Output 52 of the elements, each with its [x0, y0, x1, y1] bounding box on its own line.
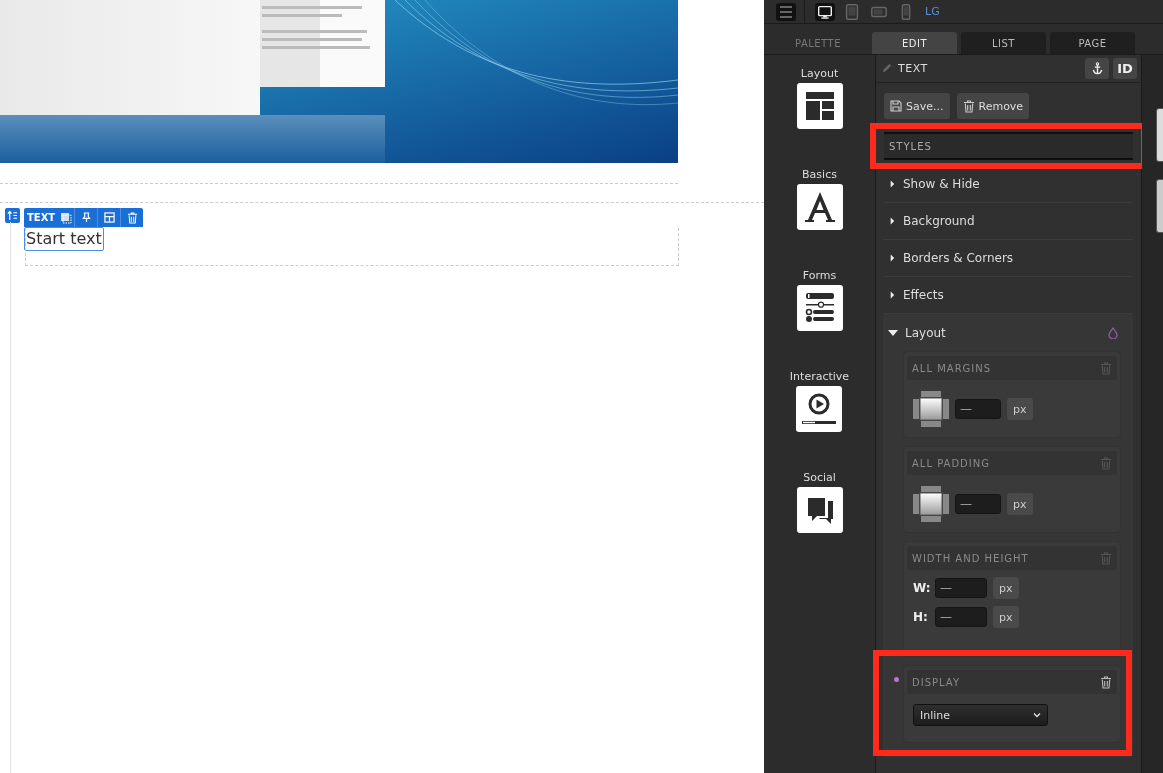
remove-button[interactable]: Remove [956, 93, 1030, 119]
letter-icon[interactable] [796, 184, 843, 230]
pencil-icon [881, 63, 892, 74]
category-label: Forms [802, 269, 837, 282]
monitor-icon[interactable] [815, 2, 835, 21]
menu-icon[interactable] [776, 2, 796, 21]
trash-icon [962, 99, 975, 113]
accordion-item[interactable]: Layout [883, 314, 1133, 351]
accordion-item[interactable]: Borders & Corners [883, 240, 1133, 277]
accordion-item[interactable]: Background [883, 203, 1133, 240]
section-title: STYLES [889, 140, 932, 152]
field-label: H: [913, 610, 929, 624]
unit-button[interactable]: px [993, 577, 1019, 599]
unit-button[interactable]: px [1007, 493, 1033, 515]
card-title: DISPLAY [912, 676, 960, 688]
unit-button[interactable]: px [993, 606, 1019, 628]
id-button[interactable]: ID [1113, 58, 1137, 79]
card-title: ALL MARGINS [912, 362, 992, 374]
input-field[interactable]: — [955, 494, 1001, 514]
box-model-icon [913, 391, 949, 427]
anchor-icon [1091, 62, 1103, 75]
field-label: W: [913, 581, 929, 595]
chevron-down-icon [1033, 712, 1041, 718]
anchor-button[interactable] [1085, 58, 1109, 79]
trash-icon[interactable] [1100, 675, 1112, 689]
element-type-title: TEXT [898, 62, 929, 75]
layout-icon[interactable] [796, 83, 843, 129]
text-element[interactable]: Start text [24, 227, 104, 251]
unit-button[interactable]: px [1007, 398, 1033, 420]
box-model-icon [913, 486, 949, 522]
input-field[interactable]: — [935, 607, 987, 627]
category-label: Social [803, 471, 836, 484]
chat-icon[interactable] [796, 487, 843, 533]
card-title: ALL PADDING [912, 457, 990, 469]
form-icon[interactable] [796, 285, 843, 331]
tab[interactable]: PAGE [1050, 32, 1135, 54]
move-up-icon[interactable] [5, 208, 20, 223]
tab[interactable]: EDIT [872, 32, 957, 54]
breakpoint-label[interactable]: LG [925, 5, 940, 18]
drop-icon [1108, 326, 1118, 339]
play-icon[interactable] [796, 386, 843, 432]
category-label: Interactive [789, 370, 850, 383]
category-label: Basics [802, 168, 837, 181]
card-title: WIDTH AND HEIGHT [912, 552, 1029, 564]
dropdown[interactable]: Inline [913, 704, 1048, 726]
input-field[interactable]: — [935, 578, 987, 598]
accordion-item[interactable]: Show & Hide [883, 166, 1133, 203]
element-type-label: TEXT [26, 211, 57, 225]
input-field[interactable]: — [955, 399, 1001, 419]
tab[interactable]: LIST [961, 32, 1046, 54]
category-label: Layout [800, 67, 839, 80]
save-button[interactable]: Save... [884, 93, 950, 119]
